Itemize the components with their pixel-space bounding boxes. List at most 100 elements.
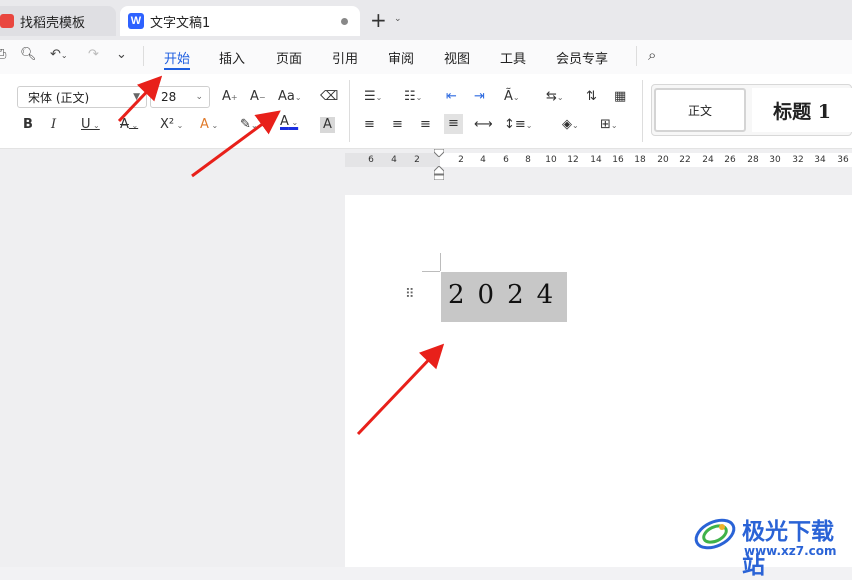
- paragraph-shading-icon[interactable]: ◈⌄: [562, 117, 579, 134]
- font-name-select[interactable]: 宋体 (正文) ▼: [17, 86, 147, 108]
- bullet-list-icon[interactable]: ☰⌄: [364, 89, 382, 106]
- char-shading-button[interactable]: A: [320, 117, 335, 133]
- print-icon[interactable]: ⎙: [0, 47, 6, 62]
- line-spacing-icon[interactable]: ↕≡⌄: [504, 117, 533, 134]
- superscript-button[interactable]: X² ⌄: [160, 117, 183, 134]
- tab-bar: 找稻壳模板 W 文字文稿1 + ⌄: [0, 0, 852, 40]
- ruler-number: 20: [657, 155, 669, 165]
- increase-indent-icon[interactable]: ⇥: [474, 89, 485, 105]
- align-left-icon[interactable]: ≡: [364, 117, 375, 133]
- divider: [143, 46, 144, 66]
- ruler-number: 2: [458, 155, 464, 165]
- paragraph-drag-handle-icon[interactable]: ⠿: [405, 287, 415, 302]
- new-tab-button[interactable]: +: [370, 10, 387, 30]
- align-right-icon[interactable]: ≡: [420, 117, 431, 133]
- docer-logo-icon: [0, 14, 14, 28]
- ruler-number: 12: [567, 155, 579, 165]
- ruler-number: 6: [368, 155, 374, 165]
- underline-label: U: [81, 117, 91, 132]
- text-effect-button[interactable]: A ⌄: [200, 117, 218, 134]
- chevron-down-icon: ⌄: [195, 92, 203, 102]
- redo-icon[interactable]: ↷: [88, 47, 99, 62]
- justify-icon[interactable]: ≡: [444, 114, 463, 134]
- highlight-icon[interactable]: ✎⌄: [240, 117, 258, 134]
- menu-membership[interactable]: 会员专享: [556, 48, 608, 67]
- distributed-align-icon[interactable]: ⟷: [474, 117, 493, 133]
- watermark-logo-icon: [694, 518, 736, 550]
- document-text[interactable]: 2024: [448, 280, 566, 310]
- bold-button[interactable]: B: [23, 117, 33, 133]
- ruler-number: 14: [590, 155, 602, 165]
- sort-icon[interactable]: ⇅: [586, 89, 597, 105]
- superscript-label: X²: [160, 117, 175, 132]
- grow-font-label: A: [222, 89, 231, 104]
- style-heading1[interactable]: 标题 1: [752, 88, 852, 132]
- change-case-button[interactable]: Aa⌄: [278, 89, 302, 106]
- search-icon[interactable]: ⌕: [648, 46, 656, 64]
- font-color-button[interactable]: A ⌄: [280, 114, 298, 131]
- menu-bar: [0, 40, 852, 74]
- text-direction-icon[interactable]: ⇆⌄: [546, 89, 564, 106]
- menu-references[interactable]: 引用: [332, 48, 358, 67]
- font-size-value: 28: [161, 90, 177, 104]
- tab-label: 找稻壳模板: [20, 15, 86, 31]
- writer-logo-icon: W: [128, 13, 144, 29]
- clear-format-icon[interactable]: ⌫: [320, 89, 338, 105]
- margin-marker: [440, 253, 441, 271]
- divider: [642, 80, 643, 142]
- menu-view[interactable]: 视图: [444, 48, 470, 67]
- left-indent-icon[interactable]: [434, 166, 444, 180]
- borders-icon[interactable]: ⊞⌄: [600, 117, 618, 134]
- italic-button[interactable]: I: [51, 117, 56, 133]
- ruler-number: 4: [480, 155, 486, 165]
- shrink-font-label: A: [250, 89, 259, 104]
- print-preview-icon[interactable]: 🔍︎: [20, 47, 37, 62]
- font-color-label: A: [280, 114, 289, 129]
- ruler-number: 30: [769, 155, 781, 165]
- style-normal[interactable]: 正文: [654, 88, 746, 132]
- menu-review[interactable]: 审阅: [388, 48, 414, 67]
- first-line-indent-icon[interactable]: [434, 149, 444, 157]
- tab-docer-templates[interactable]: 找稻壳模板: [0, 6, 116, 36]
- ruler-number: 26: [724, 155, 736, 165]
- quick-access-more-icon[interactable]: ⌄: [116, 47, 127, 62]
- divider: [349, 80, 350, 142]
- tab-label: 文字文稿1: [150, 15, 211, 31]
- text-effect-label: A: [200, 117, 209, 132]
- ruler-number: 2: [414, 155, 420, 165]
- menu-tools[interactable]: 工具: [500, 48, 526, 67]
- chevron-down-icon[interactable]: ⌄: [394, 14, 402, 24]
- ruler-number: 28: [747, 155, 759, 165]
- ruler-number: 24: [702, 155, 714, 165]
- font-size-select[interactable]: 28 ⌄: [150, 86, 210, 108]
- numbered-list-icon[interactable]: ☷⌄: [404, 89, 422, 106]
- shrink-font-button[interactable]: A−: [250, 89, 266, 106]
- grow-font-button[interactable]: A+: [222, 89, 238, 106]
- decrease-indent-icon[interactable]: ⇤: [446, 89, 457, 105]
- strikethrough-button[interactable]: A ⌄: [120, 117, 138, 134]
- chevron-down-icon: ▼: [133, 92, 140, 102]
- ruler-number: 10: [545, 155, 557, 165]
- ruler-number: 8: [525, 155, 531, 165]
- show-marks-icon[interactable]: ▦: [614, 89, 626, 105]
- menu-page[interactable]: 页面: [276, 48, 302, 67]
- ruler-number: 32: [792, 155, 804, 165]
- ruler-number: 34: [814, 155, 826, 165]
- asian-layout-icon[interactable]: Ã⌄: [504, 89, 520, 106]
- unsaved-dot-icon[interactable]: [341, 18, 348, 25]
- menu-home[interactable]: 开始: [164, 48, 190, 67]
- underline-button[interactable]: U ⌄: [81, 117, 100, 134]
- tab-document[interactable]: W 文字文稿1: [120, 6, 360, 36]
- ruler-number: 16: [612, 155, 624, 165]
- strikethrough-label: A: [120, 117, 129, 132]
- undo-icon[interactable]: ↶⌄: [50, 47, 68, 62]
- watermark-url: www.xz7.com: [744, 544, 837, 558]
- ruler-number: 22: [679, 155, 691, 165]
- change-case-label: Aa: [278, 89, 295, 104]
- ruler-number: 6: [503, 155, 509, 165]
- divider: [636, 46, 637, 66]
- active-tab-indicator: [164, 68, 190, 70]
- font-name-value: 宋体 (正文): [28, 90, 90, 105]
- menu-insert[interactable]: 插入: [219, 48, 245, 67]
- align-center-icon[interactable]: ≡: [392, 117, 403, 133]
